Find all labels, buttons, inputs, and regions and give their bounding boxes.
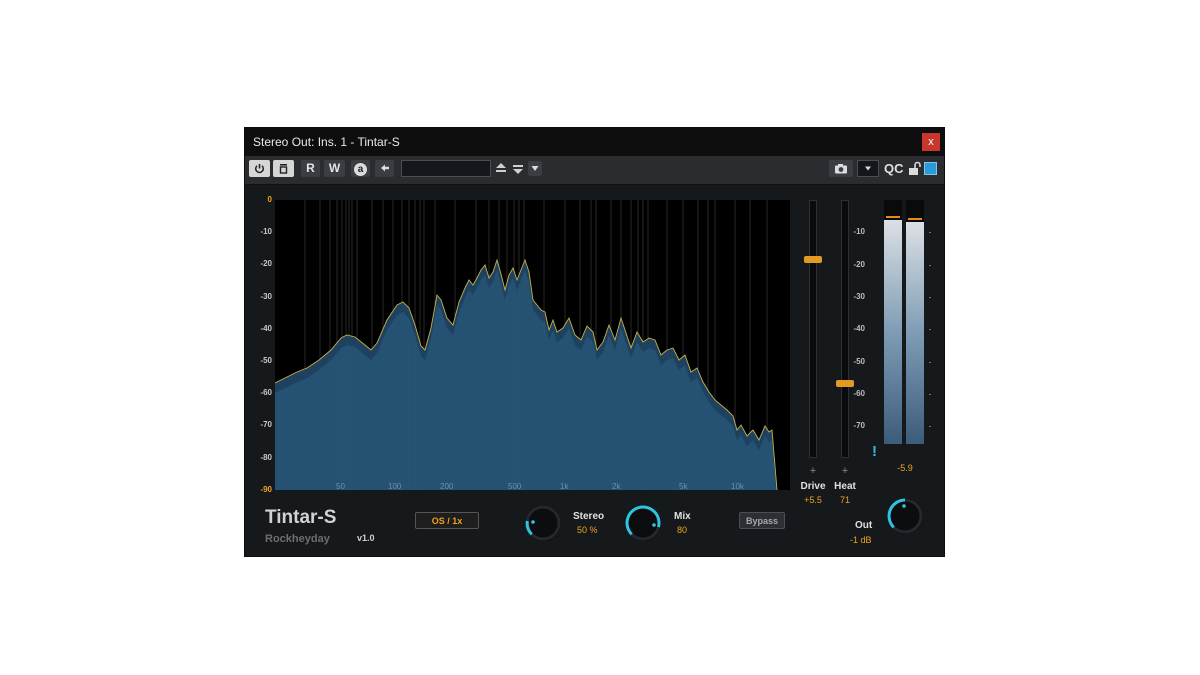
meter-fill-right: [906, 222, 924, 444]
clip-indicator[interactable]: !: [872, 443, 877, 460]
meter-tick-mark: [929, 264, 931, 266]
meter-tick-label: -50: [853, 356, 865, 366]
meter-tick-mark: [929, 426, 931, 428]
camera-icon: [835, 164, 847, 174]
x-tick-label: 2k: [612, 482, 621, 491]
plugin-window: Stereo Out: Ins. 1 - Tintar-S x R W a QC…: [244, 127, 945, 557]
out-knob-arc: [887, 498, 923, 534]
x-tick-label: 1k: [560, 482, 569, 491]
drive-fader[interactable]: [809, 200, 817, 458]
drive-value: +5.5: [804, 495, 822, 505]
toolbar: R W a QC: [245, 156, 944, 185]
stereo-label: Stereo: [573, 511, 605, 522]
title-bar: Stereo Out: Ins. 1 - Tintar-S x: [245, 128, 944, 156]
chevron-down-icon: [865, 166, 871, 171]
read-automation-button[interactable]: R: [301, 160, 320, 177]
preset-up-icon[interactable]: [496, 163, 506, 172]
meter-tick-label: -70: [853, 421, 865, 431]
meter-tick-label: -10: [853, 227, 865, 237]
heat-plus-icon: +: [841, 465, 849, 477]
meter-fill-left: [884, 220, 902, 444]
meter-tick-mark: [929, 296, 931, 298]
x-tick-label: 5k: [679, 482, 688, 491]
qc-button[interactable]: QC: [884, 161, 904, 176]
heat-fader-handle[interactable]: [836, 380, 854, 388]
y-tick-label: -60: [260, 388, 272, 398]
mix-value: 80: [677, 525, 688, 535]
plugin-panel: 0 -10 -20 -30 -40 -50 -60 -70 -80 -90 50 100 200 500…: [245, 185, 944, 556]
y-tick-label: -90: [260, 484, 272, 494]
lock-button[interactable]: [908, 161, 922, 176]
write-automation-button[interactable]: W: [324, 160, 345, 177]
snapshot-button[interactable]: [829, 160, 853, 177]
link-toggle[interactable]: [924, 162, 937, 175]
window-title: Stereo Out: Ins. 1 - Tintar-S: [253, 135, 400, 149]
stereo-knob[interactable]: [525, 505, 561, 541]
preset-field[interactable]: [401, 160, 491, 177]
y-tick-label: -40: [260, 323, 272, 333]
y-tick-label: -20: [260, 259, 272, 269]
y-tick-label: -10: [260, 227, 272, 237]
out-label: Out: [855, 520, 873, 531]
meter-tick-mark: [929, 361, 931, 363]
settings-dropdown[interactable]: [857, 160, 879, 177]
peak-hold-left: [886, 216, 900, 218]
meter-tick-mark: [929, 232, 931, 234]
preset-nav: [493, 160, 543, 177]
heat-value: 71: [839, 495, 850, 505]
mix-label: Mix: [674, 511, 691, 522]
spectrum-graph: [274, 200, 778, 500]
spectrum-analyzer: [274, 200, 790, 500]
y-tick-label: -80: [260, 452, 272, 462]
preset-down-icon[interactable]: [513, 165, 523, 174]
plugin-version: v1.0: [357, 533, 375, 543]
x-tick-label: 100: [388, 482, 402, 491]
power-button[interactable]: [249, 160, 270, 177]
auto-button[interactable]: a: [351, 160, 370, 177]
out-knob[interactable]: [887, 498, 923, 534]
meter-tick-label: -40: [853, 324, 865, 334]
drive-fader-handle[interactable]: [804, 256, 822, 264]
bypass-button[interactable]: Bypass: [739, 512, 785, 529]
meter-tick-label: -60: [853, 388, 865, 398]
drive-label: Drive: [800, 481, 826, 492]
output-meter-right: [906, 200, 924, 444]
unlock-icon: [909, 161, 921, 175]
out-value: -1 dB: [850, 535, 872, 545]
y-tick-label: -30: [260, 291, 272, 301]
x-tick-label: 500: [508, 482, 522, 491]
oversampling-button[interactable]: OS / 1x: [415, 512, 479, 529]
y-tick-label: -50: [260, 356, 272, 365]
meter-tick-mark: [929, 329, 931, 331]
drive-plus-icon: +: [809, 465, 817, 477]
meter-tick-label: -30: [853, 291, 865, 301]
output-meter-left: [884, 200, 902, 444]
plugin-name: Tintar-S: [265, 507, 337, 528]
previous-preset-button[interactable]: [375, 160, 394, 177]
heat-label: Heat: [834, 481, 856, 492]
stereo-knob-arc: [525, 505, 561, 541]
minimize-icon: [279, 164, 288, 174]
plugin-maker: Rockheyday: [265, 533, 330, 545]
meter-tick-label: -20: [853, 259, 865, 269]
x-tick-label: 50: [336, 482, 345, 491]
close-button[interactable]: x: [922, 133, 940, 151]
mix-knob-arc: [625, 505, 661, 541]
x-tick-label: 200: [440, 482, 454, 491]
y-tick-label: 0: [267, 195, 272, 204]
stereo-value: 50 %: [577, 525, 598, 535]
output-peak-value: -5.9: [897, 463, 913, 473]
bypass-toggle-button[interactable]: [273, 160, 294, 177]
y-tick-label: -70: [260, 420, 272, 430]
meter-tick-mark: [929, 393, 931, 395]
x-tick-label: 10k: [731, 482, 744, 491]
auto-label: a: [354, 163, 367, 176]
arrow-left-icon: [380, 164, 389, 172]
peak-hold-right: [908, 218, 922, 220]
power-icon: [254, 164, 265, 174]
mix-knob[interactable]: [625, 505, 661, 541]
